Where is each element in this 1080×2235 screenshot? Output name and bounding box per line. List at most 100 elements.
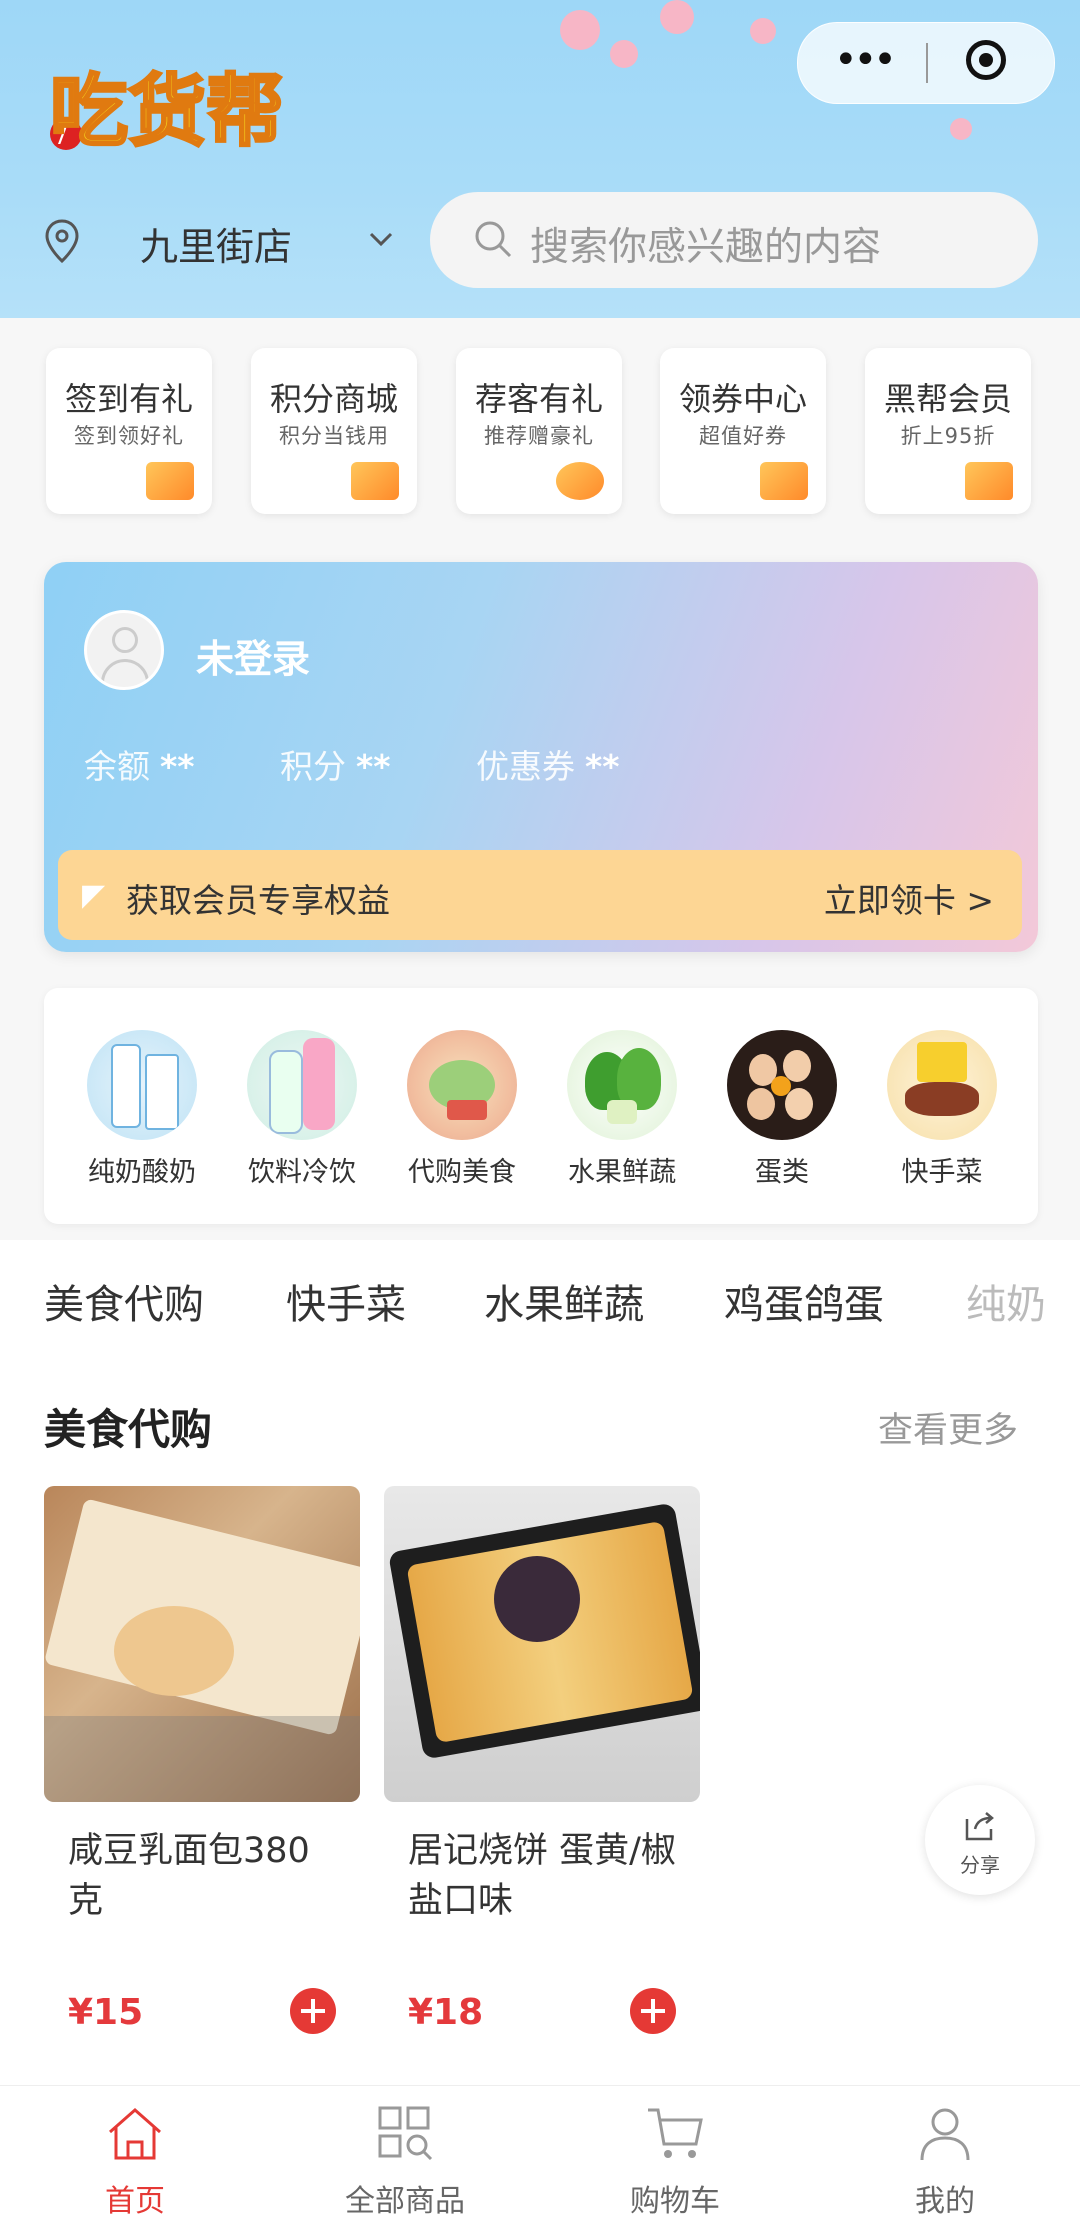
capsule-divider: [926, 43, 928, 83]
quick-entry-checkin[interactable]: 签到有礼 签到领好礼: [46, 348, 212, 514]
blossom-decoration: [750, 18, 776, 44]
member-card[interactable]: 未登录 余额 ** 积分 ** 优惠券 ** ◤ 获取会员专享权益 立即领卡 >: [44, 562, 1038, 952]
tabbar-item-all-products[interactable]: 全部商品: [270, 2102, 540, 2220]
tab-quick-dish[interactable]: 快手菜: [286, 1272, 406, 1330]
add-to-cart-button[interactable]: [290, 1988, 336, 2034]
product-price: ¥15: [68, 1992, 144, 2033]
balance-label: 余额: [84, 747, 150, 786]
logo: 7 吃货帮: [49, 66, 286, 159]
product-name[interactable]: 咸豆乳面包380克: [68, 1826, 336, 1926]
search-placeholder: 搜索你感兴趣的内容: [530, 225, 882, 270]
category-tabs: 美食代购 快手菜 水果鲜蔬 鸡蛋鸽蛋 纯奶: [0, 1240, 1080, 1350]
product-card[interactable]: 居记烧饼 蛋黄/椒盐口味 ¥18: [384, 1486, 700, 2034]
more-icon[interactable]: •••: [834, 40, 897, 80]
cart-icon: [648, 2108, 703, 2158]
section-title: 美食代购: [44, 1405, 213, 1454]
points-value: **: [356, 747, 391, 786]
quick-entry-title: 签到有礼: [64, 380, 193, 418]
quick-entry-points-mall[interactable]: 积分商城 积分当钱用: [251, 348, 417, 514]
blossom-decoration: [950, 118, 972, 140]
tabbar-label: 首页: [105, 2184, 165, 2219]
store-icon: [351, 462, 399, 500]
grid-search-icon: [378, 2106, 433, 2161]
product-card[interactable]: 咸豆乳面包380克 ¥15: [44, 1486, 360, 2034]
quick-entry-subtitle: 推荐赠豪礼: [484, 424, 594, 448]
category-label: 纯奶酸奶: [88, 1157, 196, 1188]
tabbar-label: 我的: [915, 2184, 975, 2219]
home-icon: [109, 2108, 161, 2160]
quick-entry-subtitle: 超值好券: [699, 424, 787, 448]
quick-entry-title: 黑帮会员: [883, 380, 1012, 418]
quick-entry-vip[interactable]: 黑帮会员 折上95折: [865, 348, 1031, 514]
category-label: 水果鲜蔬: [568, 1157, 676, 1188]
user-add-icon: [556, 462, 604, 500]
product-image[interactable]: [384, 1486, 700, 1802]
tabbar-item-home[interactable]: 首页: [0, 2102, 270, 2220]
category-item-eggs[interactable]: 蛋类: [702, 1030, 862, 1189]
share-button[interactable]: 分享: [925, 1785, 1035, 1895]
drinks-icon: [247, 1030, 357, 1140]
eggs-icon: [727, 1030, 837, 1140]
add-to-cart-button[interactable]: [630, 1988, 676, 2034]
balance-stat[interactable]: 余额 **: [84, 740, 195, 788]
category-label: 蛋类: [755, 1157, 809, 1188]
product-name[interactable]: 居记烧饼 蛋黄/椒盐口味: [408, 1826, 676, 1926]
category-grid: 纯奶酸奶 饮料冷饮 代购美食 水果鲜蔬 蛋类 快手菜: [44, 988, 1038, 1224]
tab-food-purchase[interactable]: 美食代购: [44, 1272, 204, 1330]
category-label: 快手菜: [901, 1157, 983, 1188]
quick-entry-coupons[interactable]: 领券中心 超值好券: [660, 348, 826, 514]
coupons-value: **: [585, 747, 620, 786]
category-item-drinks[interactable]: 饮料冷饮: [222, 1030, 382, 1189]
location-pin-icon[interactable]: [44, 218, 80, 264]
see-more-link[interactable]: 查看更多: [878, 1402, 1018, 1453]
store-name[interactable]: 九里街店: [140, 216, 292, 271]
category-label: 饮料冷饮: [248, 1157, 356, 1188]
tabbar-label: 购物车: [630, 2184, 720, 2219]
member-promo-text: 获取会员专享权益: [126, 881, 390, 920]
points-stat[interactable]: 积分 **: [280, 740, 391, 788]
quick-entry-subtitle: 积分当钱用: [279, 424, 389, 448]
product-image[interactable]: [44, 1486, 360, 1802]
product-section: 美食代购 查看更多 咸豆乳面包380克 ¥15 居记烧饼 蛋黄/椒盐口味 ¥18: [0, 1350, 1080, 2085]
login-status[interactable]: 未登录: [196, 628, 310, 683]
quick-dish-icon: [887, 1030, 997, 1140]
blossom-decoration: [610, 40, 638, 68]
member-promo-bar[interactable]: ◤ 获取会员专享权益 立即领卡 >: [58, 850, 1022, 940]
header: 7 吃货帮 ••• 九里街店 搜索你感兴趣的内容: [0, 0, 1080, 318]
quick-entry-subtitle: 签到领好礼: [74, 424, 184, 448]
tabbar-item-profile[interactable]: 我的: [810, 2102, 1080, 2220]
crown-icon: [965, 462, 1013, 500]
calendar-check-icon: [146, 462, 194, 500]
badge-icon: ◤: [82, 878, 106, 913]
blossom-decoration: [560, 10, 600, 50]
search-icon: [475, 221, 512, 258]
category-item-milk[interactable]: 纯奶酸奶: [62, 1030, 222, 1189]
tabbar-item-cart[interactable]: 购物车: [540, 2102, 810, 2220]
tab-milk[interactable]: 纯奶: [966, 1272, 1046, 1330]
coupons-label: 优惠券: [476, 747, 575, 786]
mini-program-capsule[interactable]: •••: [797, 22, 1055, 104]
product-price: ¥18: [408, 1992, 484, 2033]
close-target-icon[interactable]: [966, 40, 1006, 80]
snacks-icon: [407, 1030, 517, 1140]
milk-icon: [87, 1030, 197, 1140]
category-item-vegetables[interactable]: 水果鲜蔬: [542, 1030, 702, 1189]
tab-eggs[interactable]: 鸡蛋鸽蛋: [724, 1272, 884, 1330]
avatar[interactable]: [84, 610, 164, 690]
get-card-button[interactable]: 立即领卡 >: [824, 874, 994, 922]
coupons-stat[interactable]: 优惠券 **: [476, 740, 620, 788]
quick-entry-title: 积分商城: [269, 380, 398, 418]
points-label: 积分: [280, 747, 346, 786]
category-item-snacks[interactable]: 代购美食: [382, 1030, 542, 1189]
category-item-quick-dish[interactable]: 快手菜: [862, 1030, 1022, 1189]
quick-entry-referral[interactable]: 荐客有礼 推荐赠豪礼: [456, 348, 622, 514]
quick-entry-title: 荐客有礼: [474, 380, 603, 418]
logo-text: 吃货帮: [50, 67, 284, 157]
bottom-tab-bar: 首页 全部商品 购物车 我的: [0, 2085, 1080, 2235]
user-icon: [920, 2108, 970, 2161]
chevron-down-icon[interactable]: [366, 224, 396, 254]
tabbar-label: 全部商品: [345, 2184, 465, 2219]
tab-fruits-vegetables[interactable]: 水果鲜蔬: [484, 1272, 644, 1330]
vegetable-icon: [567, 1030, 677, 1140]
share-label: 分享: [960, 1853, 1000, 1877]
